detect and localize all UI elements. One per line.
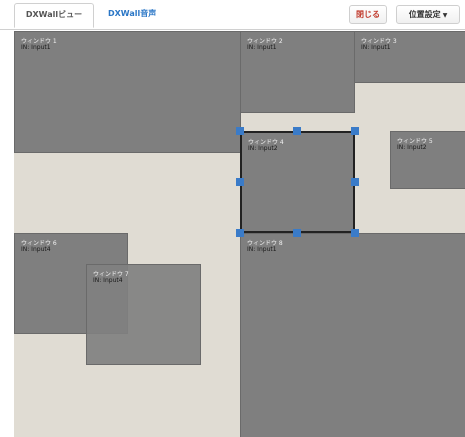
window-4-selected[interactable]: ウィンドウ 4 IN: Input2 xyxy=(240,131,355,233)
close-button[interactable]: 閉じる xyxy=(349,5,387,24)
resize-handle-bottom[interactable] xyxy=(293,229,301,237)
window-input: IN: Input2 xyxy=(248,145,278,152)
window-2[interactable]: ウィンドウ 2 IN: Input1 xyxy=(240,31,355,113)
resize-handle-left[interactable] xyxy=(236,178,244,186)
resize-handle-bottom-right[interactable] xyxy=(351,229,359,237)
resize-handle-top-right[interactable] xyxy=(351,127,359,135)
window-input: IN: Input1 xyxy=(247,44,277,51)
window-input: IN: Input1 xyxy=(361,44,391,51)
position-settings-button[interactable]: 位置設定 ▼ xyxy=(396,5,460,24)
video-wall-canvas[interactable]: ウィンドウ 1 IN: Input1 ウィンドウ 2 IN: Input1 ウィ… xyxy=(14,31,465,437)
window-7[interactable]: ウィンドウ 7 IN: Input4 xyxy=(86,264,201,365)
resize-handle-top[interactable] xyxy=(293,127,301,135)
tab-dxwall-view[interactable]: DXWallビュー xyxy=(14,3,94,28)
toolbar: DXWallビュー DXWall音声 閉じる 位置設定 ▼ xyxy=(0,0,465,30)
window-input: IN: Input4 xyxy=(21,246,51,253)
position-settings-label: 位置設定 xyxy=(408,10,441,19)
tab-dxwall-audio[interactable]: DXWall音声 xyxy=(100,3,164,28)
resize-handle-right[interactable] xyxy=(351,178,359,186)
resize-handle-top-left[interactable] xyxy=(236,127,244,135)
window-1[interactable]: ウィンドウ 1 IN: Input1 xyxy=(14,31,241,153)
window-8[interactable]: ウィンドウ 8 IN: Input1 xyxy=(240,233,465,437)
window-3[interactable]: ウィンドウ 3 IN: Input1 xyxy=(354,31,465,83)
chevron-down-icon: ▼ xyxy=(442,12,448,19)
window-input: IN: Input1 xyxy=(247,246,277,253)
window-input: IN: Input4 xyxy=(93,277,123,284)
window-5[interactable]: ウィンドウ 5 IN: Input2 xyxy=(390,131,465,189)
window-input: IN: Input2 xyxy=(397,144,427,151)
resize-handle-bottom-left[interactable] xyxy=(236,229,244,237)
window-input: IN: Input1 xyxy=(21,44,51,51)
